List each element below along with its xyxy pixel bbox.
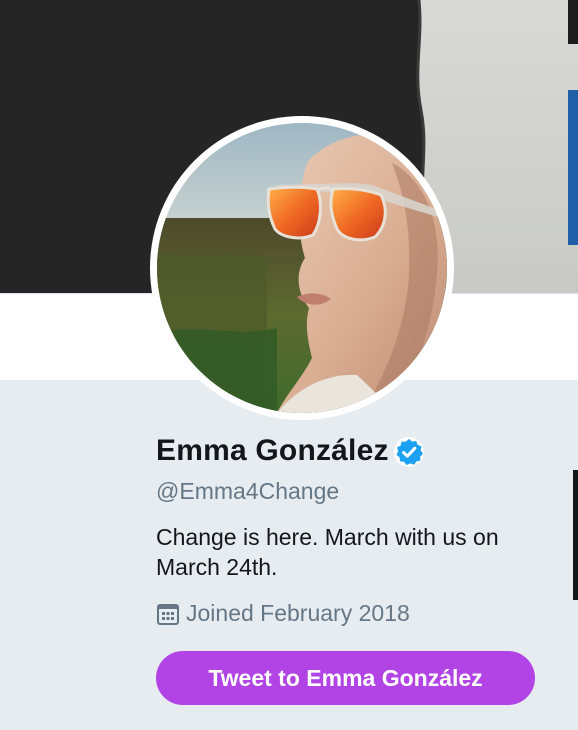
avatar[interactable]	[150, 116, 454, 420]
avatar-photo	[157, 123, 447, 413]
verified-badge-icon	[393, 436, 425, 468]
tweet-to-button[interactable]: Tweet to Emma González	[156, 651, 535, 705]
banner-dark-corner	[568, 0, 578, 44]
joined-text: Joined February 2018	[186, 600, 410, 626]
joined-date: Joined February 2018	[156, 600, 410, 627]
right-edge-line	[573, 470, 578, 600]
banner-blue-block	[568, 90, 578, 245]
bio: Change is here. March with us on March 2…	[156, 524, 499, 580]
calendar-icon	[156, 602, 180, 626]
display-name-text[interactable]: Emma González	[156, 434, 389, 468]
display-name[interactable]: Emma González	[156, 434, 425, 468]
screen-name[interactable]: @Emma4Change	[156, 478, 339, 505]
